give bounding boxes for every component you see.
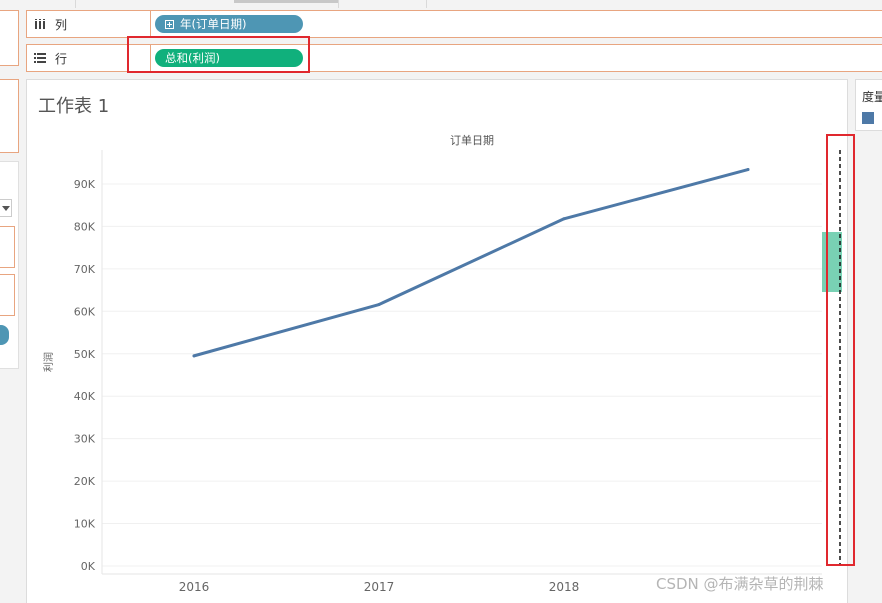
chart-top-title: 订单日期 [450, 134, 494, 147]
y-tick-60K: 60K [74, 305, 96, 318]
data-point-2016[interactable] [192, 354, 196, 358]
y-tick-10K: 10K [74, 518, 96, 531]
x-tick-2018: 2018 [549, 580, 580, 594]
drop-target-zone[interactable] [822, 232, 842, 292]
chart-gridlines [102, 183, 822, 567]
y-tick-labels: 0K 10K 20K 30K 40K 50K 60K 70K 80K 90K [74, 178, 96, 573]
x-tick-labels: 2016 2017 2018 [179, 580, 580, 594]
profit-line-chart: 订单日期 利润 0K 10K 20K 30K 40K 50K 60K 70K 80K 90K 20… [42, 134, 855, 594]
y-tick-30K: 30K [74, 433, 96, 446]
x-tick-2017: 2017 [364, 580, 395, 594]
y-tick-70K: 70K [74, 263, 96, 276]
y-tick-40K: 40K [74, 390, 96, 403]
y-tick-20K: 20K [74, 475, 96, 488]
series-line-profit[interactable] [192, 168, 750, 358]
x-tick-2016: 2016 [179, 580, 210, 594]
y-tick-50K: 50K [74, 348, 96, 361]
y-tick-80K: 80K [74, 220, 96, 233]
data-point-2019[interactable] [746, 168, 750, 172]
tableau-workspace: 列 年(订单日期) 行 总和(利润) 工作表 1 度量 订单日期 利润 0K 1… [0, 0, 882, 603]
y-tick-90K: 90K [74, 178, 96, 191]
csdn-watermark: CSDN @布满杂草的荆棘 [656, 575, 824, 593]
y-axis-title: 利润 [42, 352, 55, 372]
y-tick-0K: 0K [81, 560, 96, 573]
data-point-2017[interactable] [377, 303, 381, 307]
data-point-2018[interactable] [562, 217, 566, 221]
